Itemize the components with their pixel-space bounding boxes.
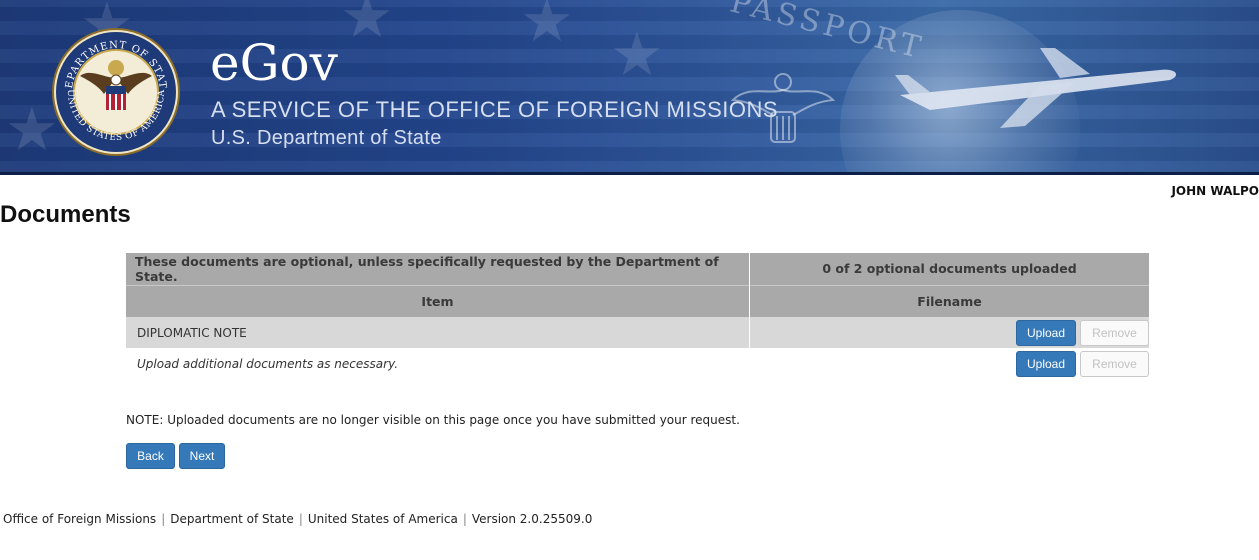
column-header-filename: Filename (917, 293, 982, 309)
department-of-state-seal-icon: DEPARTMENT OF STATE UNITED STATES OF AME… (52, 28, 180, 156)
documents-info-row: These documents are optional, unless spe… (126, 253, 1149, 285)
column-header-item: Item (126, 285, 750, 317)
footer-version: Version 2.0.25509.0 (471, 512, 593, 526)
documents-table: These documents are optional, unless spe… (126, 253, 1149, 379)
banner-bottom-border (0, 172, 1259, 175)
star-icon: ★ (520, 0, 574, 56)
documents-count-text: 0 of 2 optional documents uploaded (822, 261, 1077, 277)
remove-additional-button[interactable]: Remove (1080, 350, 1149, 377)
next-button[interactable]: Next (179, 443, 225, 469)
footer-department-link[interactable]: Department of State (170, 512, 294, 526)
document-actions: Upload Remove (750, 317, 1149, 348)
footer: Office of Foreign Missions | Department of… (3, 512, 592, 526)
header-banner: ★ ★ ★ ★ ★ PASSPORT DEPARTMENT OF STATE (0, 0, 1259, 175)
table-column-headers: Item Filename (126, 285, 1149, 317)
app-title: eGov (210, 34, 338, 92)
upload-button[interactable]: Upload (1016, 319, 1076, 346)
remove-button[interactable]: Remove (1080, 319, 1149, 346)
upload-note: NOTE: Uploaded documents are no longer v… (126, 413, 740, 427)
additional-documents-text: Upload additional documents as necessary… (137, 356, 399, 371)
department-name: U.S. Department of State (211, 127, 442, 149)
app-subtitle: A SERVICE OF THE OFFICE OF FOREIGN MISSI… (211, 97, 779, 122)
star-icon: ★ (610, 20, 664, 90)
footer-separator: | (298, 512, 303, 526)
additional-actions: Upload Remove (750, 348, 1149, 379)
footer-office-link[interactable]: Office of Foreign Missions (3, 512, 156, 526)
additional-documents-row: Upload additional documents as necessary… (126, 348, 1149, 379)
back-button[interactable]: Back (126, 443, 175, 469)
document-item-name: DIPLOMATIC NOTE (126, 317, 750, 348)
current-user-name: JOHN WALPO (1171, 184, 1259, 198)
upload-additional-button[interactable]: Upload (1016, 350, 1076, 377)
page-title: Documents (0, 201, 131, 228)
footer-separator: | (161, 512, 166, 526)
star-icon: ★ (340, 0, 394, 52)
star-icon: ★ (5, 95, 59, 165)
table-row: DIPLOMATIC NOTE Upload Remove (126, 317, 1149, 348)
documents-info-text: These documents are optional, unless spe… (126, 253, 750, 285)
airplane-icon (895, 48, 1177, 128)
footer-country-link[interactable]: United States of America (308, 512, 458, 526)
footer-separator: | (462, 512, 467, 526)
